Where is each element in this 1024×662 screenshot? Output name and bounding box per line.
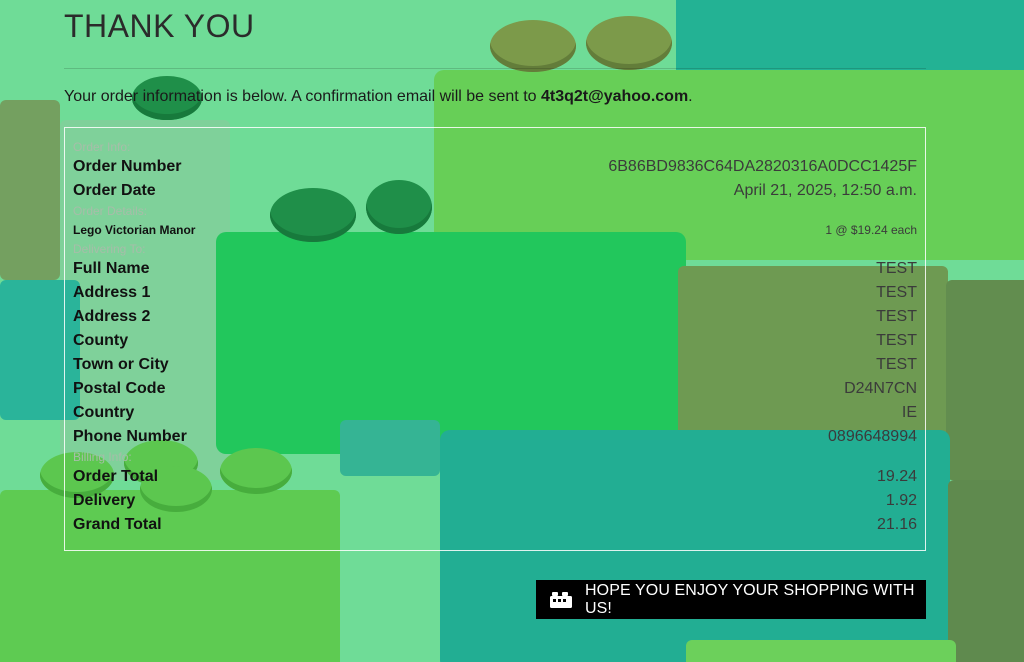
lego-brick-icon bbox=[550, 591, 574, 609]
page-title: THANK YOU bbox=[64, 8, 255, 44]
order-number-row: Order Number 6B86BD9836C64DA2820316A0DCC… bbox=[73, 155, 917, 179]
table-row: Address 2 TEST bbox=[73, 305, 917, 329]
order-summary-box: Order Info: Order Number 6B86BD9836C64DA… bbox=[64, 127, 926, 551]
row-value: IE bbox=[901, 404, 917, 421]
row-key: Grand Total bbox=[73, 516, 162, 533]
row-value: 0896648994 bbox=[828, 428, 917, 445]
table-row: County TEST bbox=[73, 329, 917, 353]
table-row: Delivery 1.92 bbox=[73, 489, 917, 513]
item-name: Lego Victorian Manor bbox=[73, 223, 196, 237]
row-key: Town or City bbox=[73, 356, 169, 373]
row-key: Order Date bbox=[73, 182, 156, 199]
row-key: Address 2 bbox=[73, 308, 151, 325]
item-qty-price: 1 @ $19.24 each bbox=[825, 223, 917, 237]
table-row: Address 1 TEST bbox=[73, 281, 917, 305]
row-value: TEST bbox=[876, 332, 917, 349]
row-key: County bbox=[73, 332, 129, 349]
row-key: Order Total bbox=[73, 468, 159, 485]
confirmation-email: 4t3q2t@yahoo.com bbox=[540, 88, 689, 105]
delivering-to-label: Delivering To: bbox=[73, 242, 146, 256]
keep-shopping-button[interactable]: HOPE YOU ENJOY YOUR SHOPPING WITH US! bbox=[536, 580, 926, 619]
row-value: TEST bbox=[876, 356, 917, 373]
table-row: Phone Number 0896648994 bbox=[73, 425, 917, 449]
order-number-value: 6B86BD9836C64DA2820316A0DCC1425F bbox=[608, 158, 917, 175]
intro-message: Your order information is below. A confi… bbox=[64, 88, 693, 105]
row-value: TEST bbox=[876, 284, 917, 301]
order-date-value: April 21, 2025, 12:50 a.m. bbox=[733, 182, 917, 199]
order-info-label: Order Info: bbox=[73, 140, 131, 154]
keep-shopping-label: HOPE YOU ENJOY YOUR SHOPPING WITH US! bbox=[585, 581, 915, 617]
row-key: Phone Number bbox=[73, 428, 187, 445]
table-row: Order Total 19.24 bbox=[73, 465, 917, 489]
billing-info-label: Billing Info: bbox=[73, 450, 132, 464]
table-row: Town or City TEST bbox=[73, 353, 917, 377]
row-key: Full Name bbox=[73, 260, 150, 277]
row-value: TEST bbox=[876, 260, 917, 277]
row-key: Address 1 bbox=[73, 284, 151, 301]
table-row: Country IE bbox=[73, 401, 917, 425]
row-value: 21.16 bbox=[876, 516, 917, 533]
row-value: 1.92 bbox=[885, 492, 917, 509]
intro-text: Your order information is below. A confi… bbox=[64, 88, 541, 105]
table-row: Grand Total 21.16 bbox=[73, 513, 917, 537]
row-key: Country bbox=[73, 404, 135, 421]
row-value: D24N7CN bbox=[844, 380, 917, 397]
order-item-row: Lego Victorian Manor 1 @ $19.24 each bbox=[73, 219, 917, 241]
order-date-row: Order Date April 21, 2025, 12:50 a.m. bbox=[73, 179, 917, 203]
row-key: Postal Code bbox=[73, 380, 166, 397]
row-key: Order Number bbox=[73, 158, 182, 175]
order-details-label: Order Details: bbox=[73, 204, 148, 218]
table-row: Full Name TEST bbox=[73, 257, 917, 281]
row-key: Delivery bbox=[73, 492, 136, 509]
row-value: 19.24 bbox=[876, 468, 917, 485]
title-divider bbox=[64, 68, 926, 69]
table-row: Postal Code D24N7CN bbox=[73, 377, 917, 401]
order-confirmation: THANK YOU Your order information is belo… bbox=[64, 0, 926, 619]
row-value: TEST bbox=[876, 308, 917, 325]
